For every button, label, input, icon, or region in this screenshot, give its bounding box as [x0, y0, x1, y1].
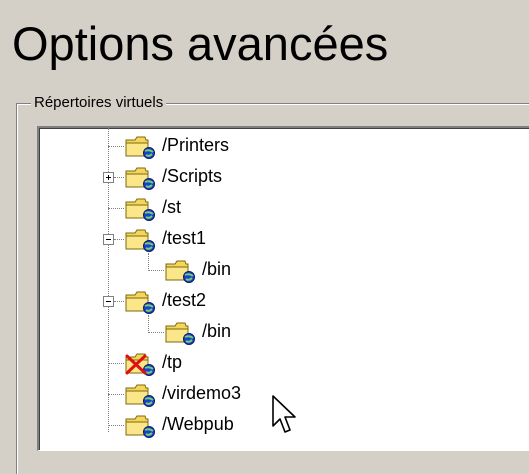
tree-guide-line: [114, 177, 124, 178]
tree-guide-line: [108, 146, 124, 147]
tree-item-label: /virdemo3: [162, 383, 242, 403]
tree-guide-line: [108, 363, 124, 364]
tree-guide-line: [114, 239, 124, 240]
broken-virtual-folder-icon: [125, 353, 156, 376]
tree-guide-line: [114, 301, 124, 302]
mouse-cursor-icon: [272, 395, 296, 433]
virtual-folder-icon: [125, 167, 156, 190]
tree-item-label: /bin: [202, 259, 232, 279]
group-label: Répertoires virtuels: [31, 94, 167, 112]
tree-item-label: /Scripts: [162, 166, 223, 186]
tree-guide-line: [148, 253, 149, 271]
collapse-button[interactable]: [103, 234, 114, 245]
tree-item-label: /Webpub: [162, 414, 234, 434]
tree-guide-line: [148, 315, 149, 333]
virtual-folder-icon: [165, 260, 196, 283]
virtual-folder-icon: [125, 291, 156, 314]
virtual-folder-icon: [125, 198, 156, 221]
tree-guide-line: [148, 270, 164, 271]
tree-guide-line: [148, 332, 164, 333]
virtual-folder-icon: [125, 415, 156, 438]
tree-item-label: /tp: [162, 352, 183, 372]
tree-item-label: /st: [162, 197, 182, 217]
virtual-folder-icon: [165, 322, 196, 345]
collapse-button[interactable]: [103, 296, 114, 307]
tree-item-label: /test1: [162, 228, 207, 248]
virtual-folder-icon: [125, 229, 156, 252]
tree-guide-line: [108, 208, 124, 209]
expand-button[interactable]: [103, 172, 114, 183]
page-title: Options avancées: [12, 17, 389, 70]
virtual-folder-icon: [125, 136, 156, 159]
tree-guide-line: [108, 394, 124, 395]
tree-item-label: /test2: [162, 290, 207, 310]
virtual-folder-icon: [125, 384, 156, 407]
tree-guide-line: [108, 425, 124, 426]
tree-item-label: /Printers: [162, 135, 230, 155]
tree-item-label: /bin: [202, 321, 232, 341]
